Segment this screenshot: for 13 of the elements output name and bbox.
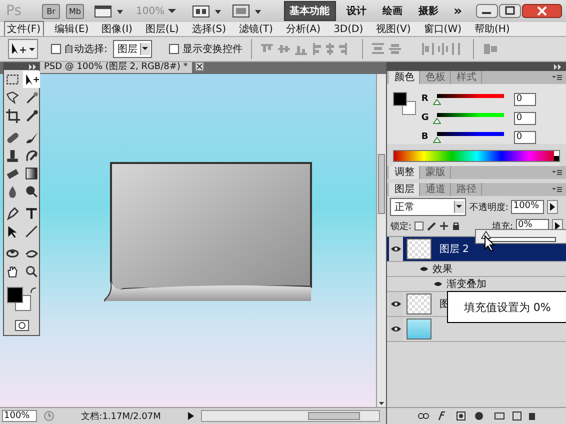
channel-label: B	[421, 132, 430, 142]
effects-label: 效果	[432, 263, 452, 276]
tooltip: 填充值设置为 0%	[447, 291, 566, 323]
auto-select-label: 自动选择:	[64, 42, 108, 56]
lock-label: 锁定:	[390, 220, 412, 232]
app-logo: Ps	[6, 3, 22, 19]
channel-label: G	[421, 113, 430, 123]
layer-name: 图层 2	[439, 243, 469, 256]
effect-name: 渐变叠加	[446, 278, 486, 291]
show-transform-label: 显示变换控件	[182, 42, 242, 56]
document-size-text: 文档:1.17M/2.07M	[80, 410, 162, 422]
opacity-label: 不透明度:	[469, 202, 508, 214]
channel-label: R	[421, 94, 430, 104]
